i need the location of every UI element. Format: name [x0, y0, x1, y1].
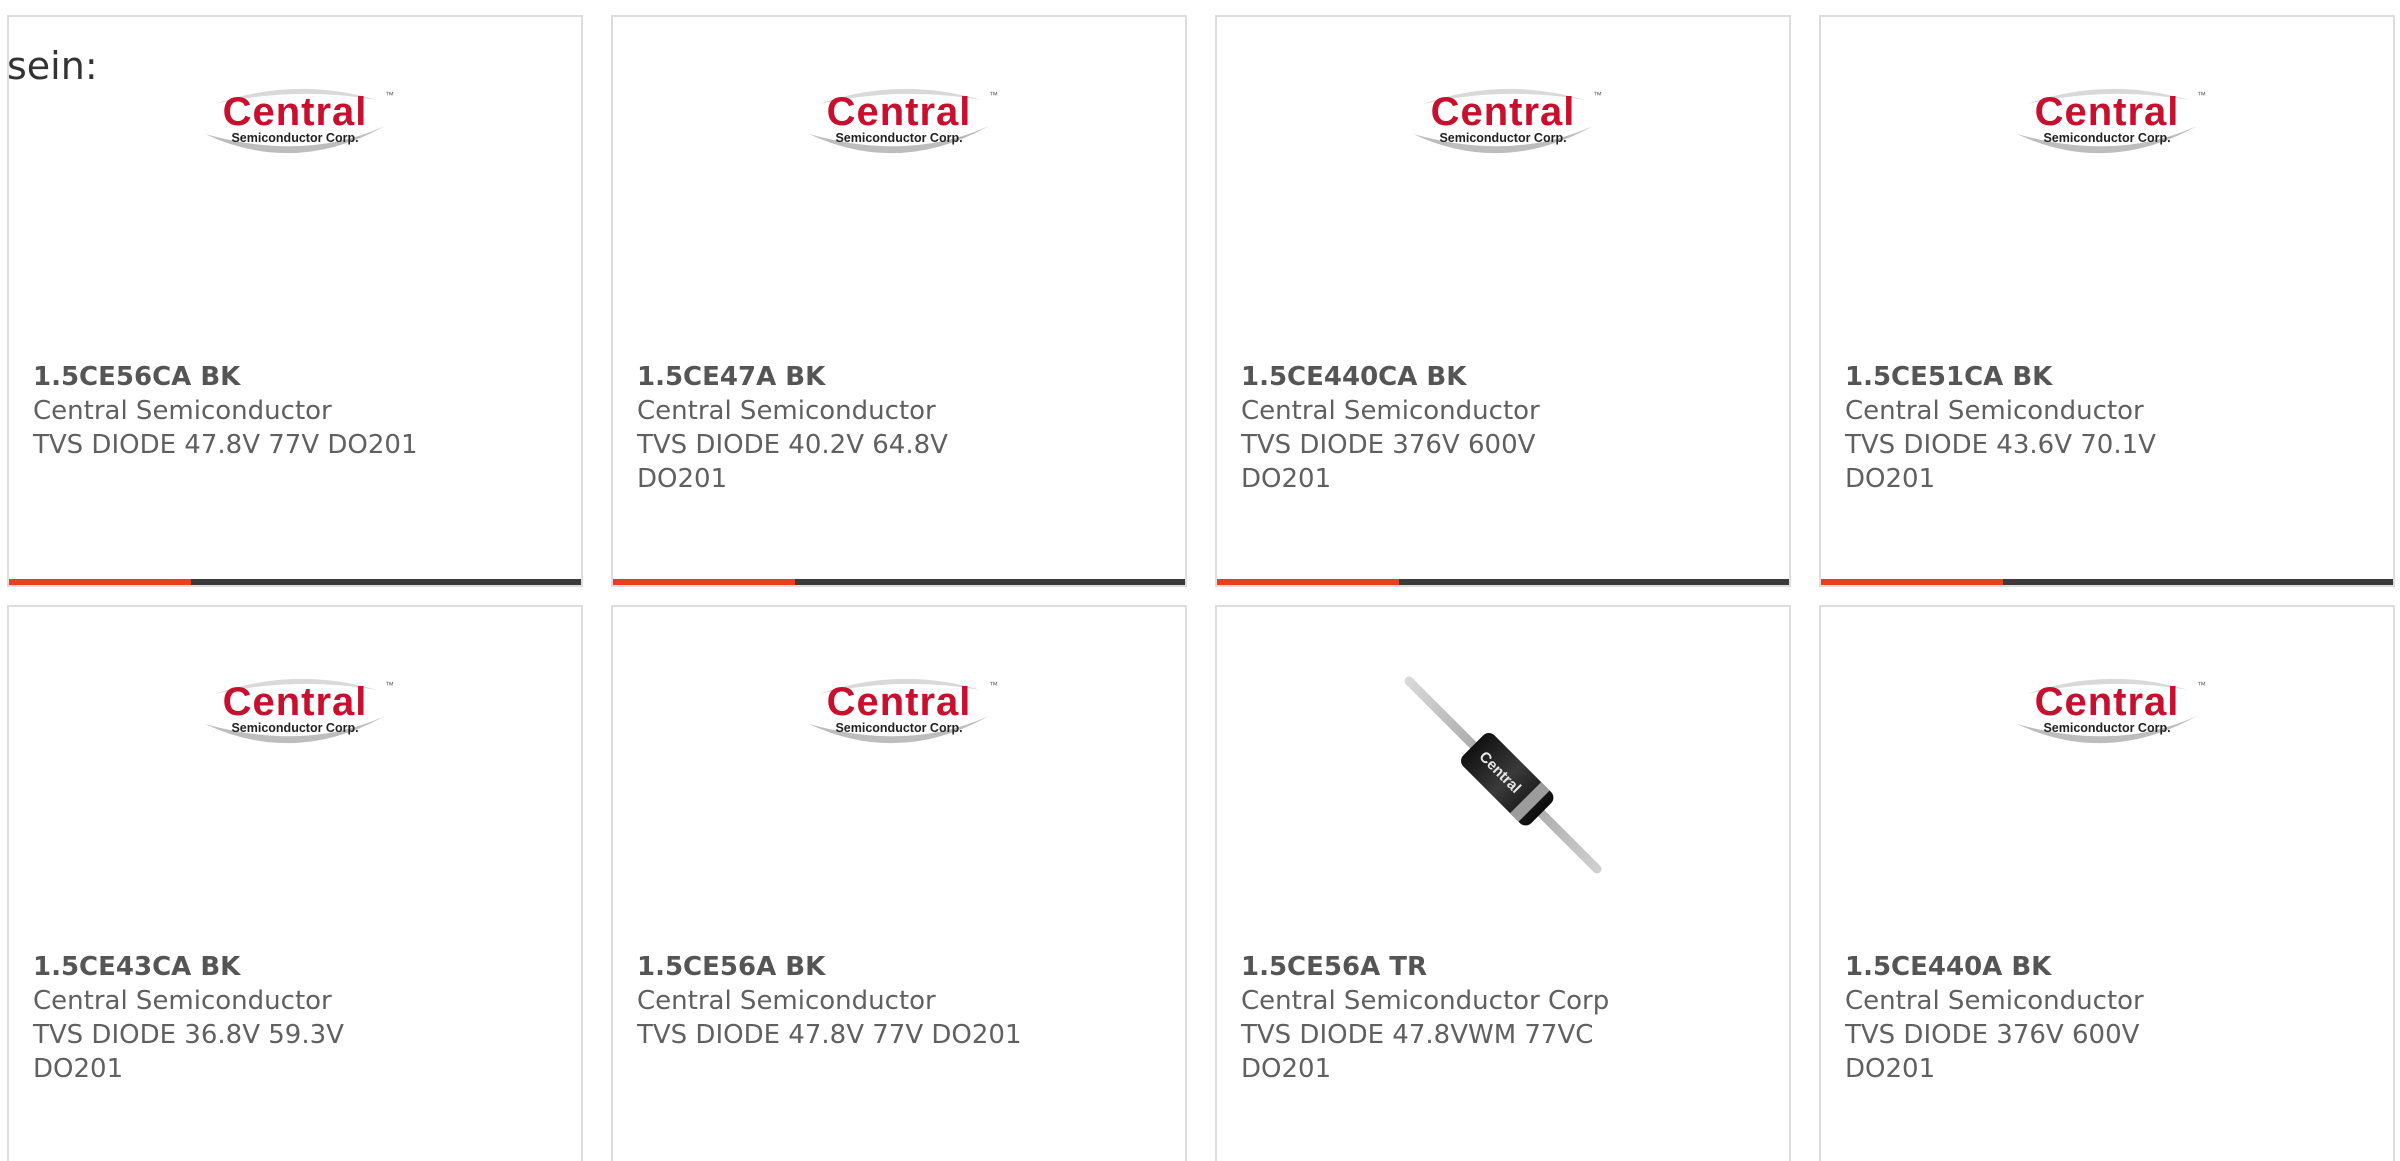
card-bottom-bar [1217, 579, 1789, 585]
svg-text:Semiconductor Corp.: Semiconductor Corp. [1439, 131, 1566, 145]
svg-text:Semiconductor Corp.: Semiconductor Corp. [835, 721, 962, 735]
card-accent-bar [9, 579, 191, 585]
svg-text:Central: Central [223, 680, 368, 724]
svg-text:™: ™ [385, 90, 394, 100]
product-grid: Central ™ Semiconductor Corp. 1.5CE56CA BK C… [7, 15, 2400, 1161]
product-card[interactable]: Central ™ Semiconductor Corp. 1.5CE43CA BK C… [7, 605, 583, 1161]
product-info: 1.5CE47A BK Central Semiconductor TVS DIOD… [637, 360, 1161, 496]
product-card[interactable]: Central ™ Semiconductor Corp. 1.5CE440CA BK… [1215, 15, 1791, 587]
product-image[interactable]: Central [1403, 675, 1603, 875]
central-logo-icon: Central ™ Semiconductor Corp. [195, 670, 395, 754]
part-number-link[interactable]: 1.5CE56A TR [1241, 950, 1765, 984]
product-image[interactable]: Central ™ Semiconductor Corp. [2007, 85, 2207, 285]
svg-text:Central: Central [827, 90, 972, 134]
manufacturer-label: Central Semiconductor [637, 396, 936, 426]
svg-text:Semiconductor Corp.: Semiconductor Corp. [231, 131, 358, 145]
svg-text:Semiconductor Corp.: Semiconductor Corp. [2043, 131, 2170, 145]
product-image[interactable]: Central ™ Semiconductor Corp. [195, 85, 395, 285]
product-image[interactable]: Central ™ Semiconductor Corp. [799, 675, 999, 875]
manufacturer-label: Central Semiconductor Corp [1241, 986, 1610, 1016]
svg-text:™: ™ [2197, 680, 2206, 690]
product-info: 1.5CE440A BK Central Semiconductor TVS DIO… [1845, 950, 2369, 1086]
product-card[interactable]: Central ™ Semiconductor Corp. 1.5CE440A BK C… [1819, 605, 2395, 1161]
product-info: 1.5CE43CA BK Central Semiconductor TVS DIO… [33, 950, 557, 1086]
manufacturer-label: Central Semiconductor [33, 986, 332, 1016]
manufacturer-label: Central Semiconductor [1241, 396, 1540, 426]
card-bottom-bar [1821, 579, 2393, 585]
central-logo-icon: Central ™ Semiconductor Corp. [1403, 80, 1603, 164]
svg-text:Central: Central [2035, 680, 2180, 724]
description-label: TVS DIODE 40.2V 64.8V DO201 [637, 430, 948, 494]
svg-text:Central: Central [2035, 90, 2180, 134]
description-label: TVS DIODE 47.8V 77V DO201 [637, 1020, 1022, 1050]
product-info: 1.5CE440CA BK Central Semiconductor TVS DI… [1241, 360, 1765, 496]
part-number-link[interactable]: 1.5CE43CA BK [33, 950, 557, 984]
svg-text:™: ™ [2197, 90, 2206, 100]
card-accent-bar [1217, 579, 1399, 585]
central-logo-icon: Central ™ Semiconductor Corp. [195, 80, 395, 164]
svg-text:™: ™ [1593, 90, 1602, 100]
manufacturer-label: Central Semiconductor [637, 986, 936, 1016]
part-number-link[interactable]: 1.5CE56A BK [637, 950, 1161, 984]
part-number-link[interactable]: 1.5CE47A BK [637, 360, 1161, 394]
description-label: TVS DIODE 47.8V 77V DO201 [33, 430, 418, 460]
card-bottom-bar [613, 579, 1185, 585]
description-label: TVS DIODE 376V 600V DO201 [1241, 430, 1536, 494]
svg-text:Central: Central [223, 90, 368, 134]
part-number-link[interactable]: 1.5CE440CA BK [1241, 360, 1765, 394]
description-label: TVS DIODE 43.6V 70.1V DO201 [1845, 430, 2156, 494]
part-number-link[interactable]: 1.5CE51CA BK [1845, 360, 2369, 394]
product-info: 1.5CE56CA BK Central Semiconductor TVS DIO… [33, 360, 557, 462]
description-label: TVS DIODE 36.8V 59.3V DO201 [33, 1020, 344, 1084]
product-info: 1.5CE56A TR Central Semiconductor Corp TVS… [1241, 950, 1765, 1086]
product-card[interactable]: Central ™ Semiconductor Corp. 1.5CE56A BK Ce… [611, 605, 1187, 1161]
part-number-link[interactable]: 1.5CE440A BK [1845, 950, 2369, 984]
svg-text:Central: Central [827, 680, 972, 724]
svg-text:™: ™ [989, 680, 998, 690]
part-number-link[interactable]: 1.5CE56CA BK [33, 360, 557, 394]
product-image[interactable]: Central ™ Semiconductor Corp. [2007, 675, 2207, 875]
card-accent-bar [1821, 579, 2003, 585]
manufacturer-label: Central Semiconductor [1845, 986, 2144, 1016]
manufacturer-label: Central Semiconductor [33, 396, 332, 426]
intro-text: sein: [7, 44, 98, 88]
description-label: TVS DIODE 376V 600V DO201 [1845, 1020, 2140, 1084]
product-card[interactable]: Central 1.5CE56A TR Central Semiconductor … [1215, 605, 1791, 1161]
diode-photo-icon: Central [1403, 675, 1603, 875]
central-logo-icon: Central ™ Semiconductor Corp. [799, 670, 999, 754]
svg-text:Semiconductor Corp.: Semiconductor Corp. [835, 131, 962, 145]
central-logo-icon: Central ™ Semiconductor Corp. [2007, 80, 2207, 164]
svg-text:™: ™ [385, 680, 394, 690]
product-card[interactable]: Central ™ Semiconductor Corp. 1.5CE56CA BK C… [7, 15, 583, 587]
description-label: TVS DIODE 47.8VWM 77VC DO201 [1241, 1020, 1594, 1084]
svg-text:Semiconductor Corp.: Semiconductor Corp. [231, 721, 358, 735]
product-info: 1.5CE56A BK Central Semiconductor TVS DIOD… [637, 950, 1161, 1052]
central-logo-icon: Central ™ Semiconductor Corp. [2007, 670, 2207, 754]
product-image[interactable]: Central ™ Semiconductor Corp. [195, 675, 395, 875]
product-card[interactable]: Central ™ Semiconductor Corp. 1.5CE47A BK Ce… [611, 15, 1187, 587]
card-accent-bar [613, 579, 795, 585]
svg-text:Central: Central [1431, 90, 1576, 134]
product-image[interactable]: Central ™ Semiconductor Corp. [1403, 85, 1603, 285]
svg-text:Semiconductor Corp.: Semiconductor Corp. [2043, 721, 2170, 735]
product-image[interactable]: Central ™ Semiconductor Corp. [799, 85, 999, 285]
card-bottom-bar [9, 579, 581, 585]
manufacturer-label: Central Semiconductor [1845, 396, 2144, 426]
svg-text:™: ™ [989, 90, 998, 100]
product-card[interactable]: Central ™ Semiconductor Corp. 1.5CE51CA BK C… [1819, 15, 2395, 587]
central-logo-icon: Central ™ Semiconductor Corp. [799, 80, 999, 164]
product-info: 1.5CE51CA BK Central Semiconductor TVS DIO… [1845, 360, 2369, 496]
page: sein: Central ™ Semiconductor Corp. 1.5CE56… [0, 0, 2400, 1161]
